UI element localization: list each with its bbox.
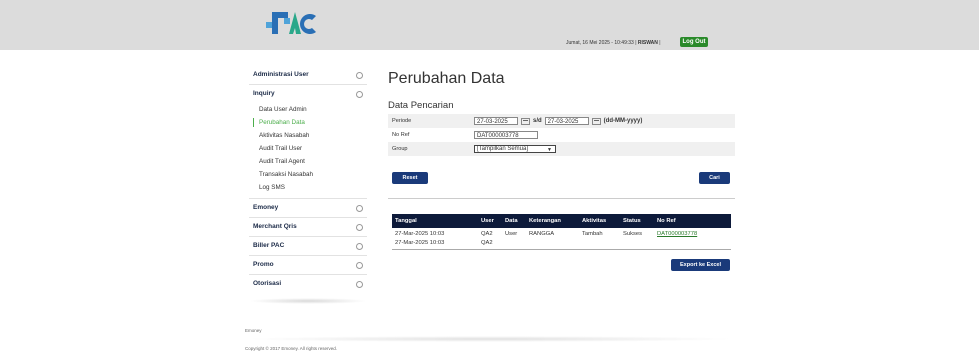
col-header-aktivitas: Aktivitas <box>579 214 620 228</box>
noref-label: No Ref <box>392 132 410 138</box>
page-title: Perubahan Data <box>388 70 505 87</box>
datetime-text: Jumat, 16 Mei 2025 - 10:49:33 <box>566 40 634 46</box>
sidebar-item-perubahan-data[interactable]: Perubahan Data <box>249 116 367 129</box>
sd-label: s/d <box>533 118 542 124</box>
group-select-value: [Tampilkan Semua] <box>477 146 529 152</box>
sidebar-group-label[interactable]: Otorisasi <box>249 275 367 293</box>
table-row: 27-Mar-2025 10:03 QA2 <box>392 240 731 250</box>
expand-icon[interactable] <box>356 72 363 79</box>
col-header-noref: No Ref <box>654 214 731 228</box>
cell-keterangan: RANGGA <box>529 231 555 237</box>
username-text: RISWAN <box>637 40 658 46</box>
sidebar-group-label[interactable]: Inquiry <box>249 85 367 103</box>
sidebar-group-label[interactable]: Emoney <box>249 199 367 217</box>
sidebar-group-merchant-qris[interactable]: Merchant Qris <box>249 218 367 237</box>
calendar-icon[interactable] <box>521 117 530 125</box>
col-header-data: Data <box>502 214 526 228</box>
cell-status: Sukses <box>623 231 643 237</box>
logout-button[interactable]: Log Out <box>680 37 708 47</box>
cell-tanggal: 27-Mar-2025 10:03 <box>392 240 478 250</box>
table-row: 27-Mar-2025 10:03 QA2 User RANGGA Tambah… <box>392 228 731 240</box>
expand-icon[interactable] <box>356 205 363 212</box>
group-select[interactable]: [Tampilkan Semua] ▼ <box>474 145 556 153</box>
date-to-input[interactable]: 27-03-2025 <box>544 117 589 125</box>
cell-tanggal: 27-Mar-2025 10:03 <box>395 231 445 237</box>
cell-user: QA2 <box>481 231 493 237</box>
cell-aktivitas <box>579 240 620 250</box>
col-header-user: User <box>478 214 502 228</box>
col-header-keterangan: Keterangan <box>526 214 579 228</box>
sidebar-group-biller-pac[interactable]: Biller PAC <box>249 237 367 256</box>
group-label: Group <box>392 146 408 152</box>
sidebar-group-label[interactable]: Administrasi User <box>249 66 367 84</box>
col-header-status: Status <box>620 214 654 228</box>
sidebar-item-audit-trail-user[interactable]: Audit Trail User <box>249 142 367 155</box>
cell-user: QA2 <box>478 240 502 250</box>
sidebar-item-transaksi-nasabah[interactable]: Transaksi Nasabah <box>249 168 367 181</box>
sidebar-group-label[interactable]: Promo <box>249 256 367 274</box>
pac-logo <box>266 12 316 34</box>
cell-data: User <box>505 231 518 237</box>
sidebar-item-audit-trail-agent[interactable]: Audit Trail Agent <box>249 155 367 168</box>
cell-keterangan <box>526 240 579 250</box>
sidebar-item-aktivitas-nasabah[interactable]: Aktivitas Nasabah <box>249 129 367 142</box>
results-table: Tanggal User Data Keterangan Aktivitas S… <box>392 214 731 250</box>
table-header-row: Tanggal User Data Keterangan Aktivitas S… <box>392 214 731 228</box>
sidebar-group-label[interactable]: Biller PAC <box>249 237 367 255</box>
col-header-tanggal: Tanggal <box>392 214 478 228</box>
footer-copyright: Copyright © 2017 Emoney. All rights rese… <box>245 346 338 351</box>
collapse-icon[interactable] <box>356 91 363 98</box>
sidebar-group-promo[interactable]: Promo <box>249 256 367 275</box>
cari-button[interactable]: Cari <box>699 172 730 184</box>
section-title: Data Pencarian <box>388 100 454 111</box>
user-info: Jumat, 16 Mei 2025 - 10:49:33 | RISWAN | <box>566 40 661 46</box>
noref-input[interactable]: DAT000003778 <box>474 131 538 139</box>
cell-aktivitas: Tambah <box>582 231 603 237</box>
divider <box>388 198 735 199</box>
sidebar-group-label[interactable]: Merchant Qris <box>249 218 367 236</box>
expand-icon[interactable] <box>356 281 363 288</box>
sidebar-shadow <box>249 298 367 304</box>
form-row-group: Group [Tampilkan Semua] ▼ <box>388 142 735 156</box>
sidebar-item-data-user-admin[interactable]: Data User Admin <box>249 103 367 116</box>
form-row-periode: Periode 27-03-2025 s/d 27-03-2025 (dd-MM… <box>388 114 735 128</box>
reset-button[interactable]: Reset <box>392 172 428 184</box>
expand-icon[interactable] <box>356 262 363 269</box>
cell-status <box>620 240 654 250</box>
footer-divider <box>245 336 735 342</box>
sidebar-group-administrasi-user[interactable]: Administrasi User <box>249 66 367 85</box>
sidebar: Administrasi User Inquiry Data User Admi… <box>249 66 367 293</box>
sidebar-item-log-sms[interactable]: Log SMS <box>249 181 367 194</box>
sidebar-group-inquiry[interactable]: Inquiry Data User Admin Perubahan Data A… <box>249 85 367 199</box>
main-content: Perubahan Data Data Pencarian Periode 27… <box>388 70 735 156</box>
periode-label: Periode <box>392 118 412 124</box>
form-row-noref: No Ref DAT000003778 <box>388 128 735 142</box>
top-header: Jumat, 16 Mei 2025 - 10:49:33 | RISWAN |… <box>0 0 979 50</box>
export-excel-button[interactable]: Export ke Excel <box>671 259 730 271</box>
sidebar-group-otorisasi[interactable]: Otorisasi <box>249 275 367 293</box>
sidebar-group-emoney[interactable]: Emoney <box>249 199 367 218</box>
cell-data <box>502 240 526 250</box>
expand-icon[interactable] <box>356 243 363 250</box>
date-format-hint: (dd-MM-yyyy) <box>603 118 643 124</box>
expand-icon[interactable] <box>356 224 363 231</box>
date-from-input[interactable]: 27-03-2025 <box>474 117 518 125</box>
footer-brand: Emoney <box>245 328 262 333</box>
calendar-icon[interactable] <box>591 117 601 125</box>
search-form: Periode 27-03-2025 s/d 27-03-2025 (dd-MM… <box>388 114 735 156</box>
cell-noref <box>654 240 731 250</box>
chevron-down-icon: ▼ <box>547 147 552 153</box>
noref-link[interactable]: DAT000003778 <box>657 231 697 237</box>
